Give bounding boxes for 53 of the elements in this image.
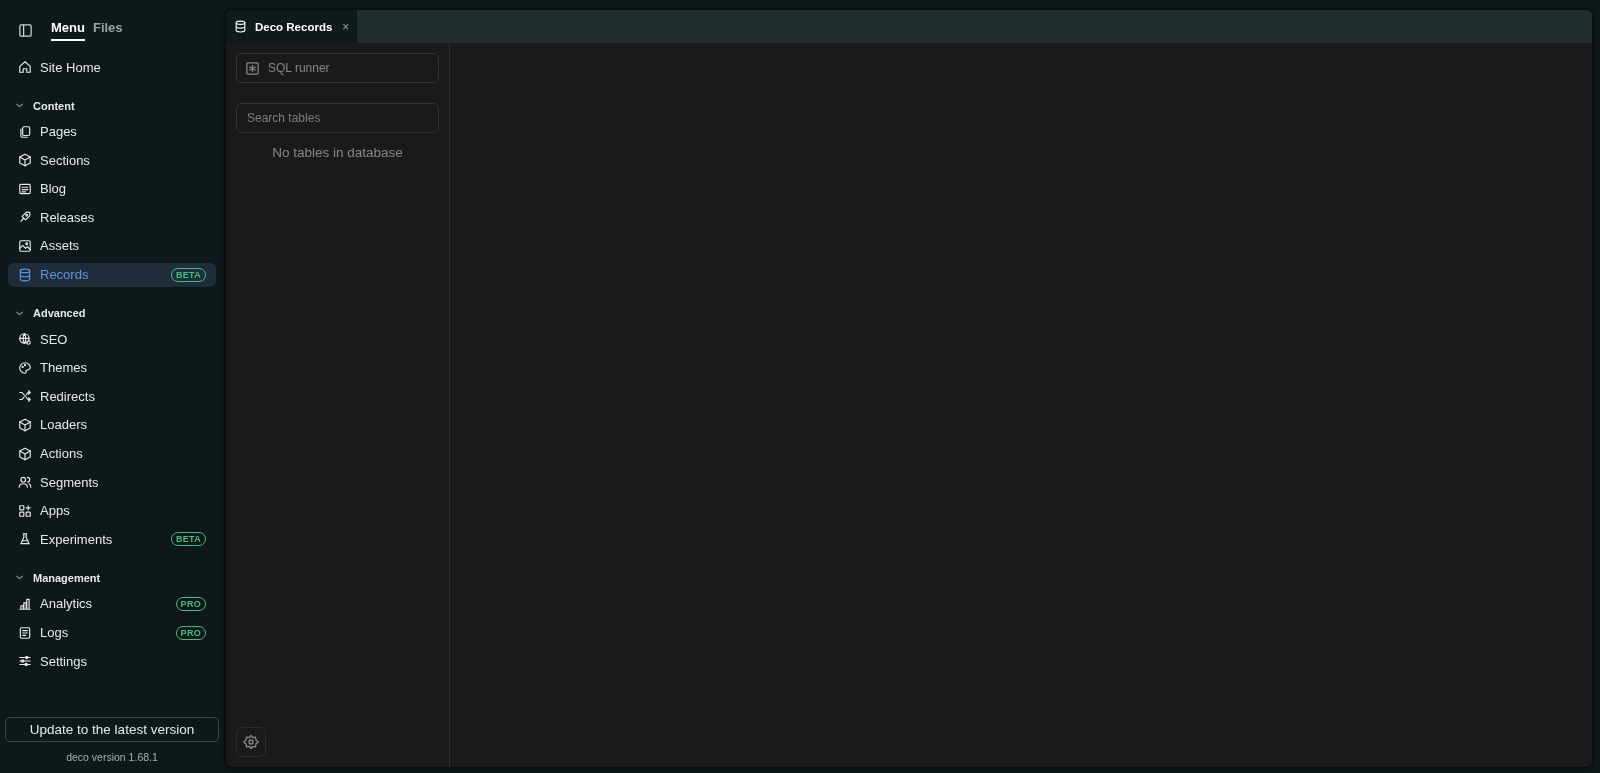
sidebar-toggle-icon[interactable] bbox=[18, 23, 33, 38]
users-icon bbox=[18, 475, 32, 490]
list-icon bbox=[18, 181, 32, 196]
settings-button[interactable] bbox=[236, 727, 266, 757]
cube-icon bbox=[18, 446, 32, 461]
cube-icon bbox=[18, 417, 32, 432]
nav-item[interactable]: Experiments BETA bbox=[8, 527, 216, 552]
nav-item[interactable]: Records BETA bbox=[8, 262, 216, 287]
section-header[interactable]: Content bbox=[8, 97, 216, 114]
asterisk-box-icon bbox=[245, 60, 260, 76]
empty-message: No tables in database bbox=[271, 145, 404, 160]
nav-item[interactable]: Blog bbox=[8, 176, 216, 201]
nav-item[interactable]: Themes bbox=[8, 355, 216, 380]
flask-icon bbox=[18, 532, 32, 547]
shuffle-icon bbox=[18, 389, 32, 404]
nav-item[interactable]: Analytics PRO bbox=[8, 591, 216, 616]
nav-item[interactable]: Releases bbox=[8, 205, 216, 230]
bar-chart-icon bbox=[18, 596, 32, 611]
nav-item[interactable]: Loaders bbox=[8, 412, 216, 437]
nav-item[interactable]: Redirects bbox=[8, 384, 216, 409]
sliders-icon bbox=[18, 654, 32, 669]
database-icon bbox=[234, 20, 247, 33]
nav-item[interactable]: SEO bbox=[8, 327, 216, 352]
search-field[interactable]: Search tables bbox=[236, 103, 439, 133]
palette-icon bbox=[18, 360, 32, 375]
sidebar-tab[interactable]: Menu bbox=[51, 20, 85, 41]
nav-item[interactable]: Actions bbox=[8, 441, 216, 466]
pages-icon bbox=[18, 124, 32, 139]
nav-item[interactable]: Apps bbox=[8, 498, 216, 523]
nav-item[interactable]: Settings bbox=[8, 649, 216, 674]
globe-icon bbox=[18, 332, 32, 347]
version-label: deco version 1.68.1 bbox=[65, 751, 159, 763]
close-button[interactable]: × bbox=[342, 19, 350, 34]
settings-icon bbox=[243, 734, 259, 750]
document-icon bbox=[18, 625, 32, 640]
nav-item[interactable]: Assets bbox=[8, 233, 216, 258]
apps-icon bbox=[18, 503, 32, 518]
nav-item[interactable]: Logs PRO bbox=[8, 620, 216, 645]
image-icon bbox=[18, 238, 32, 253]
update-button[interactable]: Update to the latest version bbox=[5, 717, 219, 742]
sidebar-tab[interactable]: Files bbox=[92, 20, 123, 41]
database-icon bbox=[18, 267, 32, 282]
home-icon bbox=[18, 60, 32, 74]
section-header[interactable]: Advanced bbox=[8, 305, 216, 322]
nav-item[interactable]: Segments bbox=[8, 470, 216, 495]
nav-item[interactable]: Pages bbox=[8, 119, 216, 144]
section-header[interactable]: Management bbox=[8, 569, 216, 586]
rocket-icon bbox=[18, 210, 32, 225]
nav-item[interactable]: Site Home bbox=[8, 55, 216, 79]
nav-item[interactable]: Sections bbox=[8, 148, 216, 173]
editor-tab[interactable]: Deco Records × bbox=[226, 10, 358, 43]
cube-icon bbox=[18, 153, 32, 168]
sql-runner-button[interactable]: SQL runner bbox=[236, 53, 439, 83]
